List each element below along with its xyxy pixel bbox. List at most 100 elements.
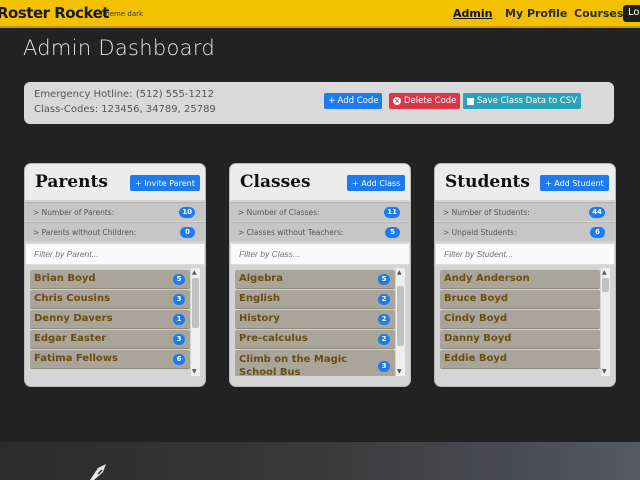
stat-number-of-students[interactable]: > Number of Students: 44: [435, 202, 615, 221]
item-label: Bruce Boyd: [444, 293, 509, 304]
card-title: Parents: [35, 172, 108, 192]
classes-list: Algebra 5 English 2 History 2 Pre-calcul…: [235, 268, 405, 376]
item-label: Eddie Boyd: [444, 353, 508, 364]
card-header: Students + Add Student: [435, 164, 615, 200]
list-item[interactable]: Bruce Boyd: [440, 290, 600, 309]
item-label: Chris Cousins: [34, 293, 111, 304]
scroll-up-arrow-icon[interactable]: ▲: [192, 269, 197, 276]
add-student-button[interactable]: + Add Student: [540, 175, 609, 191]
invite-parent-button[interactable]: + Invite Parent: [130, 175, 200, 191]
count-badge: 1: [173, 314, 185, 325]
count-badge: 3: [173, 294, 185, 305]
save-csv-label: Save Class Data to CSV: [477, 96, 578, 106]
nav-link-my-profile[interactable]: My Profile: [505, 7, 567, 20]
invite-parent-label: Invite Parent: [144, 178, 195, 188]
stat-label: > Number of Parents:: [33, 208, 115, 217]
save-csv-button[interactable]: Save Class Data to CSV: [463, 93, 582, 109]
stat-label: > Number of Classes:: [238, 208, 320, 217]
plus-icon: +: [545, 178, 555, 188]
brand-logo-text[interactable]: Roster Rocket: [0, 4, 109, 22]
count-badge: 44: [589, 207, 605, 218]
stat-unpaid-students[interactable]: > Unpaid Students: 6: [435, 222, 615, 241]
add-code-button[interactable]: + Add Code: [324, 93, 383, 109]
count-badge: 11: [384, 207, 400, 218]
parents-list: Brian Boyd 5 Chris Cousins 3 Denny Daver…: [30, 268, 200, 376]
list-item[interactable]: History 2: [235, 310, 395, 329]
nav-link-courses[interactable]: Courses: [574, 7, 623, 20]
filter-students-input[interactable]: [435, 243, 615, 265]
count-badge: 2: [378, 294, 390, 305]
list-item[interactable]: Fatima Fellows 6: [30, 350, 190, 369]
scrollbar-thumb[interactable]: [192, 278, 199, 328]
list-item[interactable]: Algebra 5: [235, 270, 395, 289]
count-badge: 2: [378, 314, 390, 325]
scroll-down-arrow-icon[interactable]: ▼: [192, 368, 197, 375]
list-item[interactable]: Edgar Easter 3: [30, 330, 190, 349]
rocket-logo-icon: [90, 464, 106, 480]
item-label: Edgar Easter: [34, 333, 107, 344]
x-circle-icon: ×: [393, 97, 401, 105]
item-label: Danny Boyd: [444, 333, 512, 344]
plus-icon: +: [328, 96, 336, 106]
item-label: Brian Boyd: [34, 273, 96, 284]
list-item[interactable]: Brian Boyd 5: [30, 270, 190, 289]
parents-card: Parents + Invite Parent > Number of Pare…: [24, 163, 206, 387]
page-title: Admin Dashboard: [23, 36, 216, 60]
theme-toggle-link[interactable]: Theme dark: [101, 10, 143, 18]
count-badge: 5: [385, 227, 400, 238]
scroll-down-arrow-icon[interactable]: ▼: [397, 368, 402, 375]
count-badge: 6: [590, 227, 605, 238]
list-item[interactable]: Pre-calculus 2: [235, 330, 395, 349]
stat-label: > Classes without Teachers:: [238, 228, 344, 237]
list-item[interactable]: Eddie Boyd: [440, 350, 600, 369]
list-scrollbar[interactable]: ▲ ▼: [191, 268, 200, 376]
count-badge: 2: [378, 334, 390, 345]
scroll-up-arrow-icon[interactable]: ▲: [397, 269, 402, 276]
stat-number-of-parents[interactable]: > Number of Parents: 10: [25, 202, 205, 221]
logout-button[interactable]: Log: [623, 5, 640, 22]
add-class-button[interactable]: + Add Class: [347, 175, 406, 191]
scroll-up-arrow-icon[interactable]: ▲: [602, 269, 607, 276]
delete-code-button[interactable]: × Delete Code: [389, 93, 461, 109]
item-label: Fatima Fellows: [34, 353, 118, 364]
students-card: Students + Add Student > Number of Stude…: [434, 163, 616, 387]
students-list: Andy Anderson Bruce Boyd Cindy Boyd Dann…: [440, 268, 610, 376]
card-header: Classes + Add Class: [230, 164, 410, 200]
item-label: History: [239, 313, 280, 324]
count-badge: 3: [378, 361, 390, 372]
list-item[interactable]: Danny Boyd: [440, 330, 600, 349]
item-label: Denny Davers: [34, 313, 113, 324]
list-scrollbar[interactable]: ▲ ▼: [396, 268, 405, 376]
add-code-label: Add Code: [337, 96, 379, 106]
save-icon: [467, 97, 474, 105]
card-header: Parents + Invite Parent: [25, 164, 205, 200]
item-label: Climb on the Magic School Bus: [239, 354, 348, 376]
filter-classes-input[interactable]: [230, 243, 410, 265]
list-item[interactable]: Andy Anderson: [440, 270, 600, 289]
scroll-down-arrow-icon[interactable]: ▼: [602, 368, 607, 375]
list-item[interactable]: Cindy Boyd: [440, 310, 600, 329]
stat-classes-without-teachers[interactable]: > Classes without Teachers: 5: [230, 222, 410, 241]
count-badge: 5: [378, 274, 390, 285]
list-item[interactable]: Climb on the Magic School Bus 3: [235, 350, 395, 376]
class-codes-text: Class-Codes: 123456, 34789, 25789: [34, 104, 216, 115]
plus-icon: +: [135, 178, 145, 188]
top-navbar: Roster Rocket Theme dark Admin My Profil…: [0, 0, 640, 28]
card-title: Classes: [240, 172, 311, 192]
list-scrollbar[interactable]: ▲ ▼: [601, 268, 610, 376]
stat-parents-without-children[interactable]: > Parents without Children: 0: [25, 222, 205, 241]
stat-number-of-classes[interactable]: > Number of Classes: 11: [230, 202, 410, 221]
list-item[interactable]: English 2: [235, 290, 395, 309]
scrollbar-thumb[interactable]: [602, 278, 609, 292]
nav-link-admin[interactable]: Admin: [453, 7, 492, 20]
classes-card: Classes + Add Class > Number of Classes:…: [229, 163, 411, 387]
scrollbar-thumb[interactable]: [397, 286, 404, 346]
filter-parents-input[interactable]: [25, 243, 205, 265]
stat-label: > Parents without Children:: [33, 228, 137, 237]
count-badge: 10: [179, 207, 195, 218]
list-item[interactable]: Denny Davers 1: [30, 310, 190, 329]
card-title: Students: [445, 172, 530, 192]
list-item[interactable]: Chris Cousins 3: [30, 290, 190, 309]
add-class-label: Add Class: [361, 178, 401, 188]
plus-icon: +: [352, 178, 362, 188]
